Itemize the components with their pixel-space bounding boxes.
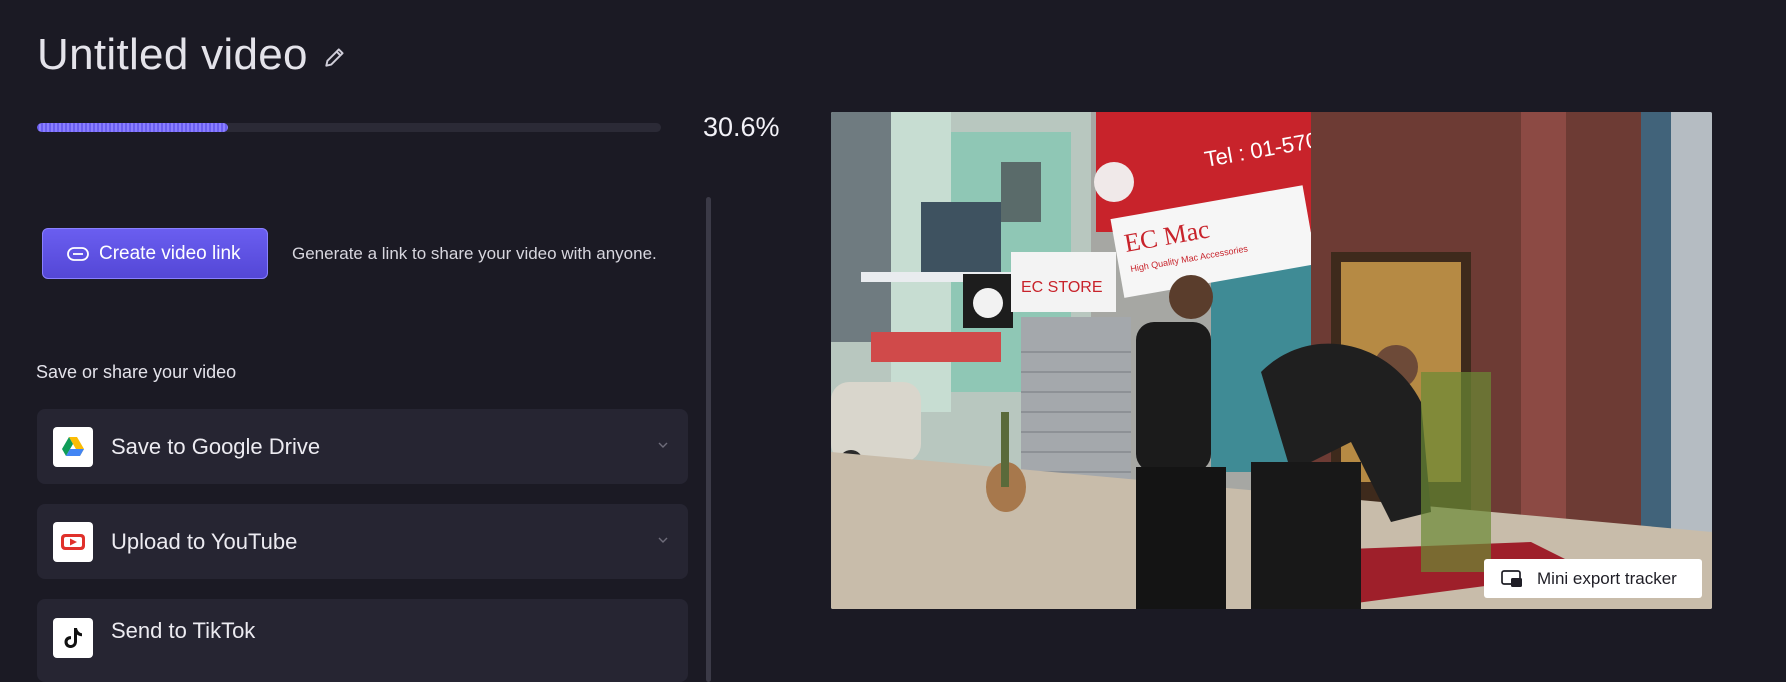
panel-scrollbar[interactable] bbox=[706, 197, 711, 682]
link-icon bbox=[67, 246, 89, 261]
export-progress-bar bbox=[37, 123, 661, 132]
title-row: Untitled video bbox=[37, 30, 348, 80]
save-to-google-drive-label: Save to Google Drive bbox=[111, 433, 321, 459]
chevron-down-icon bbox=[658, 537, 668, 543]
send-to-tiktok-label: Send to TikTok bbox=[111, 618, 256, 643]
video-title[interactable]: Untitled video bbox=[37, 30, 308, 80]
upload-to-youtube-option[interactable]: Upload to YouTube bbox=[37, 504, 688, 579]
chevron-down-icon bbox=[658, 442, 668, 448]
save-to-google-drive-option[interactable]: Save to Google Drive bbox=[37, 409, 688, 484]
send-to-tiktok-option[interactable]: Send to TikTok bbox=[37, 599, 688, 682]
create-link-description: Generate a link to share your video with… bbox=[292, 244, 657, 263]
mini-export-tracker-label: Mini export tracker bbox=[1537, 568, 1677, 588]
upload-to-youtube-label: Upload to YouTube bbox=[111, 528, 298, 554]
export-progress-percent: 30.6% bbox=[703, 112, 780, 142]
google-drive-icon bbox=[53, 426, 93, 467]
youtube-icon bbox=[53, 521, 93, 562]
picture-in-picture-icon bbox=[1501, 569, 1522, 587]
tiktok-icon bbox=[53, 618, 93, 658]
create-video-link-label: Create video link bbox=[99, 242, 241, 264]
video-frame-image: Tel : 01-5706677 EC STORE EC Mac High Qu… bbox=[831, 112, 1712, 609]
sign-store-text: EC STORE bbox=[1021, 279, 1103, 296]
export-page: Untitled video 30.6% Create video link G… bbox=[0, 0, 1786, 682]
save-share-heading: Save or share your video bbox=[36, 362, 237, 382]
pencil-icon[interactable] bbox=[322, 44, 348, 70]
export-progress-fill bbox=[37, 123, 228, 132]
video-preview[interactable]: Tel : 01-5706677 EC STORE EC Mac High Qu… bbox=[831, 112, 1712, 609]
mini-export-tracker-button[interactable]: Mini export tracker bbox=[1484, 559, 1702, 598]
create-video-link-button[interactable]: Create video link bbox=[42, 228, 268, 279]
